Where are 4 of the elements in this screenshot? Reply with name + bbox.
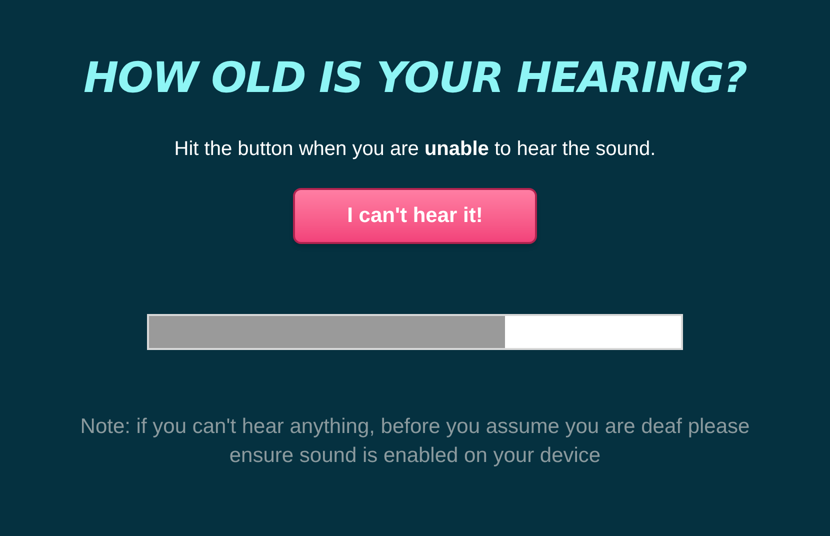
note-text: Note: if you can't hear anything, before you assume you are deaf please ensure sound is enabled on your device bbox=[79, 414, 751, 469]
cant-hear-button[interactable]: I can't hear it! bbox=[293, 188, 537, 244]
instruction-text: Hit the button when you are unable to hear the sound. bbox=[174, 137, 656, 162]
page-title: HOW OLD IS YOUR HEARING? bbox=[83, 52, 747, 104]
